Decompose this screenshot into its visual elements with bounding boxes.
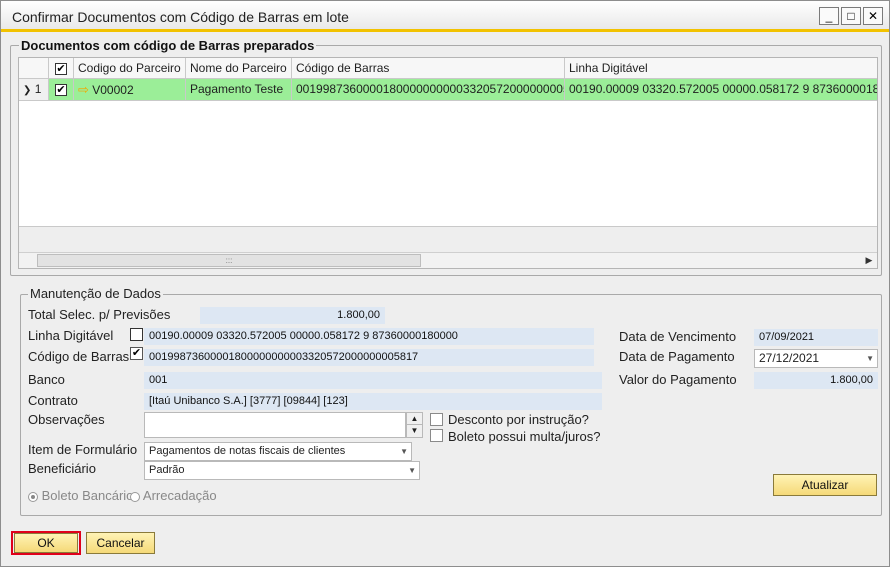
- table-cell-codigo[interactable]: ⇨ V00002: [74, 79, 186, 101]
- linha-digitavel-label: Linha Digitável: [28, 328, 114, 343]
- vencimento-label: Data de Vencimento: [619, 329, 737, 344]
- grid-section-title: Documentos com código de Barras preparad…: [19, 38, 317, 53]
- desconto-checkbox[interactable]: [430, 413, 443, 426]
- maximize-button[interactable]: □: [841, 7, 861, 25]
- row-select-cell[interactable]: ✔: [49, 79, 74, 101]
- row-checkbox[interactable]: ✔: [55, 83, 67, 96]
- valor-pagamento-label: Valor do Pagamento: [619, 372, 737, 387]
- atualizar-button[interactable]: Atualizar: [773, 474, 877, 496]
- cancel-button[interactable]: Cancelar: [86, 532, 155, 554]
- chevron-down-icon[interactable]: ▼: [408, 462, 416, 479]
- documents-grid[interactable]: ✔ Codigo do Parceiro Nome do Parceiro Có…: [18, 57, 878, 269]
- radio-boleto-icon[interactable]: [28, 491, 38, 502]
- codigo-barras-label: Código de Barras: [28, 349, 130, 364]
- table-cell-codigo-barras[interactable]: 0019987360000180000000000332057200000000…: [292, 79, 565, 101]
- chevron-down-icon[interactable]: ▼: [866, 350, 874, 367]
- radio-boleto-label: Boleto Bancário: [41, 488, 134, 503]
- pagamento-value: 27/12/2021: [759, 351, 820, 365]
- table-cell-nome[interactable]: Pagamento Teste: [186, 79, 292, 101]
- item-formulario-select[interactable]: Pagamentos de notas fiscais de clientes …: [144, 442, 412, 461]
- radio-arrecadacao-option[interactable]: Arrecadação: [130, 488, 217, 503]
- radio-arrecadacao-label: Arrecadação: [142, 488, 217, 503]
- contrato-label: Contrato: [28, 393, 78, 408]
- observacoes-label: Observações: [28, 412, 105, 427]
- pagamento-label: Data de Pagamento: [619, 349, 735, 364]
- close-button[interactable]: ✕: [863, 7, 883, 25]
- scroll-right-button[interactable]: ▶: [861, 253, 877, 268]
- select-all-checkbox[interactable]: ✔: [55, 62, 67, 75]
- codigo-parceiro-value: V00002: [92, 83, 134, 97]
- linha-digitavel-checkbox[interactable]: [130, 328, 143, 341]
- total-label: Total Selec. p/ Previsões: [28, 307, 171, 322]
- row-header-corner: [19, 58, 49, 79]
- title-bar: Confirmar Documentos com Código de Barra…: [1, 1, 889, 32]
- grid-total-row: [19, 226, 877, 252]
- select-all-header[interactable]: ✔: [49, 58, 74, 79]
- pagamento-date-picker[interactable]: 27/12/2021 ▼: [754, 349, 878, 368]
- table-cell-linha-digitavel[interactable]: 00190.00009 03320.572005 00000.058172 9 …: [565, 79, 877, 101]
- item-formulario-value: Pagamentos de notas fiscais de clientes: [149, 445, 346, 457]
- radio-arrecadacao-icon[interactable]: [130, 491, 140, 502]
- codigo-barras-field[interactable]: 0019987360000180000000000332057200000000…: [144, 349, 594, 366]
- link-arrow-icon[interactable]: ⇨: [78, 82, 89, 97]
- column-header-codigo-parceiro[interactable]: Codigo do Parceiro: [74, 58, 186, 79]
- minimize-button[interactable]: _: [819, 7, 839, 25]
- column-header-nome-parceiro[interactable]: Nome do Parceiro: [186, 58, 292, 79]
- manutencao-legend: Manutenção de Dados: [28, 286, 163, 301]
- vencimento-field[interactable]: 07/09/2021: [754, 329, 878, 346]
- row-arrow-icon: ❯: [23, 85, 32, 96]
- valor-pagamento-field[interactable]: 1.800,00: [754, 372, 878, 389]
- banco-label: Banco: [28, 372, 65, 387]
- linha-digitavel-field[interactable]: 00190.00009 03320.572005 00000.058172 9 …: [144, 328, 594, 345]
- desconto-label: Desconto por instrução?: [448, 412, 589, 427]
- beneficiario-value: Padrão: [149, 464, 185, 476]
- radio-boleto-option[interactable]: Boleto Bancário: [28, 488, 133, 503]
- observacoes-spinner[interactable]: ▲ ▼: [406, 412, 423, 438]
- column-header-codigo-barras[interactable]: Código de Barras: [292, 58, 565, 79]
- beneficiario-select[interactable]: Padrão ▼: [144, 461, 420, 480]
- window-title: Confirmar Documentos com Código de Barra…: [12, 9, 349, 25]
- codigo-barras-checkbox[interactable]: ✔: [130, 347, 143, 360]
- multa-label: Boleto possui multa/juros?: [448, 429, 601, 444]
- column-header-linha-digitavel[interactable]: Linha Digitável: [565, 58, 877, 79]
- beneficiario-label: Beneficiário: [28, 461, 96, 476]
- row-number: 1: [34, 82, 42, 96]
- scroll-thumb[interactable]: :::: [37, 254, 421, 267]
- total-value: 1.800,00: [200, 307, 385, 324]
- item-formulario-label: Item de Formulário: [28, 442, 138, 457]
- contrato-field[interactable]: [Itaú Unibanco S.A.] [3777] [09844] [123…: [144, 393, 602, 410]
- row-indicator[interactable]: ❯ 1: [19, 79, 49, 101]
- scroll-down-icon[interactable]: ▼: [407, 425, 422, 437]
- scroll-up-icon[interactable]: ▲: [407, 413, 422, 425]
- multa-checkbox[interactable]: [430, 429, 443, 442]
- chevron-down-icon[interactable]: ▼: [400, 443, 408, 460]
- observacoes-textarea[interactable]: [144, 412, 406, 438]
- ok-button[interactable]: OK: [14, 533, 78, 553]
- dialog-window: Confirmar Documentos com Código de Barra…: [0, 0, 890, 567]
- scroll-left-button[interactable]: [19, 253, 35, 268]
- horizontal-scrollbar[interactable]: ::: ▶: [19, 252, 877, 268]
- banco-field[interactable]: 001: [144, 372, 602, 389]
